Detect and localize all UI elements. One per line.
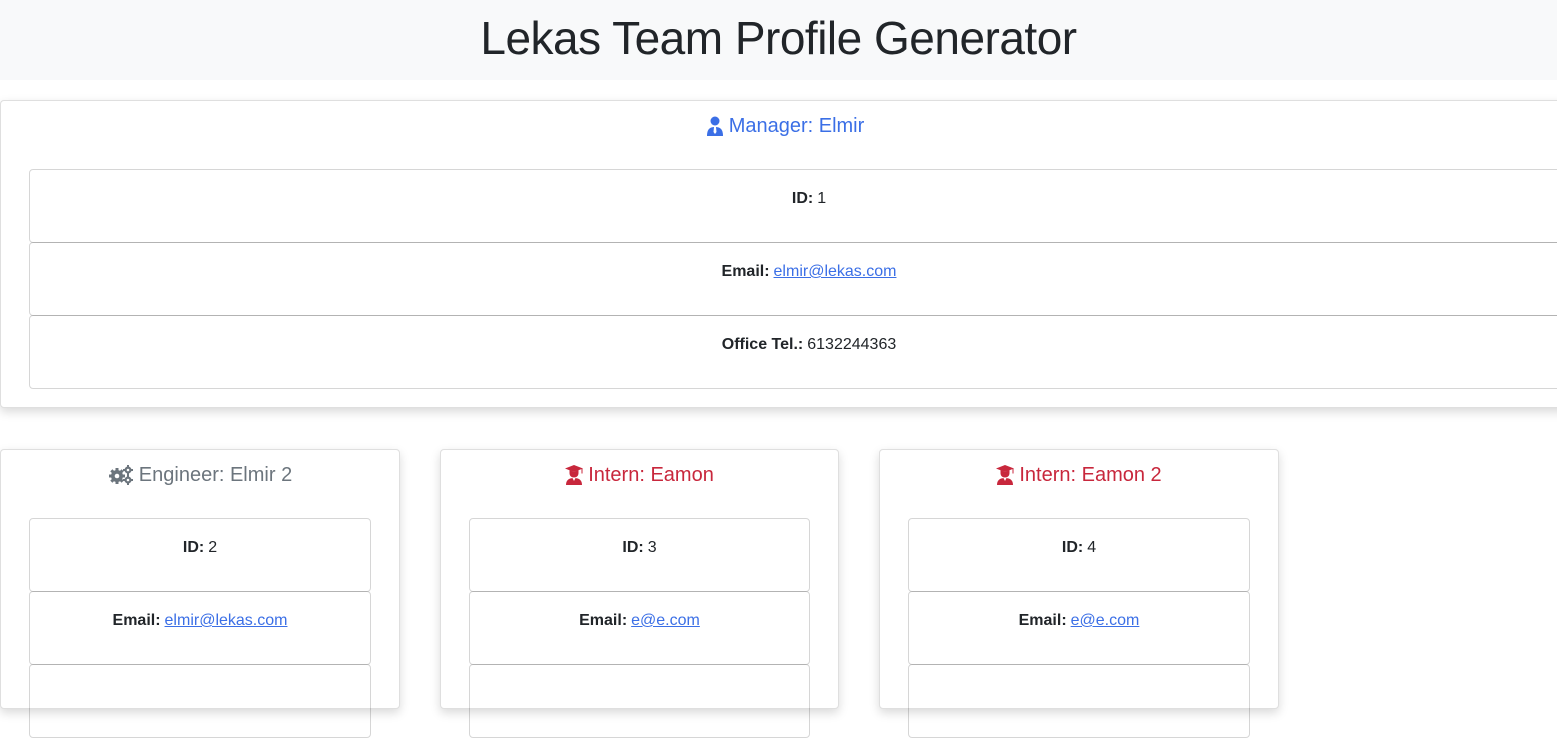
list-item: ID: 1 [29,169,1557,243]
list-item [29,664,371,738]
email-label: Email: [112,612,161,629]
cogs-icon [108,465,133,485]
user-tie-icon [706,116,723,136]
id-value: 1 [817,190,827,207]
manager-details: ID: 1 Email: elmir@lekas.com Office Tel.… [29,169,1557,389]
list-item: Email: elmir@lekas.com [29,242,1557,316]
intern-details: ID: 3 Email: e@e.com [469,518,810,738]
list-item [469,664,810,738]
list-item: Email: elmir@lekas.com [29,591,371,665]
intern-card-title: Intern: Eamon 2 [880,462,1278,488]
intern-name: Intern: Eamon 2 [1019,463,1162,486]
email-link[interactable]: elmir@lekas.com [165,612,288,664]
manager-name: Manager: Elmir [728,114,865,137]
id-label: ID: [182,539,205,556]
list-item: ID: 3 [469,518,810,592]
list-item [908,664,1250,738]
user-graduate-icon [996,465,1015,485]
user-graduate-icon [565,465,584,485]
engineer-name: Engineer: Elmir 2 [138,463,293,486]
intern-name: Intern: Eamon [588,463,714,486]
list-item: ID: 2 [29,518,371,592]
id-value: 2 [208,539,218,556]
page-header: Lekas Team Profile Generator [0,0,1557,80]
engineer-card-title: Engineer: Elmir 2 [1,462,399,488]
id-label: ID: [1061,539,1084,556]
page-title: Lekas Team Profile Generator [480,12,1077,64]
list-item: ID: 4 [908,518,1250,592]
list-item: Email: e@e.com [469,591,810,665]
id-value: 4 [1087,539,1097,556]
email-label: Email: [1018,612,1067,629]
list-item: Office Tel.: 6132244363 [29,315,1557,389]
intern-card: Intern: Eamon 2 ID: 4 Email: e@e.com [879,449,1279,738]
office-value: 6132244363 [807,336,897,353]
intern-details: ID: 4 Email: e@e.com [908,518,1250,738]
intern-card-title: Intern: Eamon [441,462,838,488]
email-label: Email: [579,612,628,629]
manager-card: Manager: Elmir ID: 1 Email: elmir@lekas.… [0,100,1557,408]
email-label: Email: [721,263,770,280]
intern-card: Intern: Eamon ID: 3 Email: e@e.com [440,449,839,738]
id-value: 3 [647,539,657,556]
email-link[interactable]: elmir@lekas.com [774,263,897,315]
id-label: ID: [622,539,644,556]
list-item: Email: e@e.com [908,591,1250,665]
office-label: Office Tel.: [721,336,804,353]
email-link[interactable]: e@e.com [1071,612,1140,664]
engineer-details: ID: 2 Email: elmir@lekas.com [29,518,371,738]
engineer-card: Engineer: Elmir 2 ID: 2 Email: elmir@lek… [0,449,400,738]
email-link[interactable]: e@e.com [631,612,700,664]
manager-card-title: Manager: Elmir [1,113,1557,139]
id-label: ID: [791,190,814,207]
